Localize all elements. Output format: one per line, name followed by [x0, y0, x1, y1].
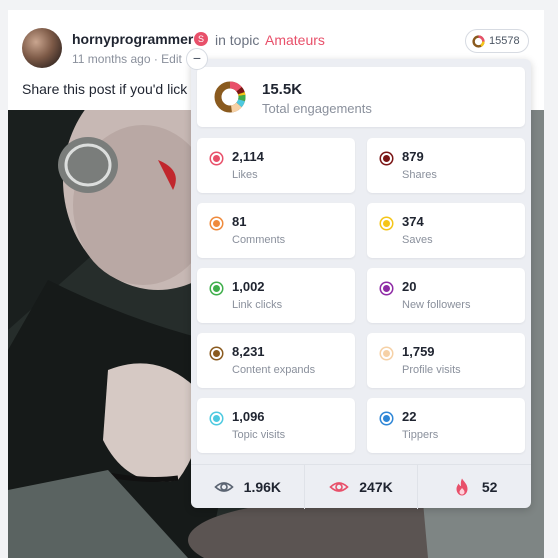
- reach-stat[interactable]: 247K: [305, 465, 419, 509]
- content-expands-dot-icon: [211, 348, 222, 359]
- engagement-count: 15578: [489, 35, 520, 47]
- stat-tippers: 22 Tippers: [367, 398, 525, 453]
- total-engagements-value: 15.5K: [262, 81, 303, 98]
- topic-link[interactable]: Amateurs: [265, 32, 325, 48]
- total-engagements-card: 15.5K Total engagements: [197, 67, 525, 127]
- likes-dot-icon: [211, 153, 222, 164]
- reach-value: 247K: [359, 479, 393, 495]
- stat-label: Content expands: [232, 364, 316, 376]
- stat-label: Saves: [402, 234, 433, 246]
- stat-value: 8,231: [232, 344, 265, 359]
- post-text: Share this post if you'd lick: [22, 81, 188, 97]
- stat-saves: 374 Saves: [367, 203, 525, 258]
- new-followers-dot-icon: [381, 283, 392, 294]
- stat-comments: 81 Comments: [197, 203, 355, 258]
- stat-likes: 2,114 Likes: [197, 138, 355, 193]
- donut-ring-icon: [472, 34, 485, 48]
- saves-dot-icon: [381, 218, 392, 229]
- stat-label: Topic visits: [232, 429, 286, 441]
- username-link[interactable]: hornyprogrammer: [72, 31, 193, 47]
- stat-topic-visits: 1,096 Topic visits: [197, 398, 355, 453]
- stat-value: 1,002: [232, 279, 265, 294]
- stat-value: 1,759: [402, 344, 435, 359]
- stat-value: 20: [402, 279, 417, 294]
- stat-grid: 2,114 Likes 879 Shares 81 Comments 374 S…: [197, 138, 525, 453]
- stat-shares: 879 Shares: [367, 138, 525, 193]
- stats-footer: 1.96K 247K 52: [191, 464, 531, 509]
- stat-label: Tippers: [402, 429, 439, 441]
- engagement-chip[interactable]: 15578: [465, 29, 529, 53]
- in-topic-text: in topic: [215, 32, 260, 48]
- stat-label: Shares: [402, 169, 437, 181]
- stat-value: 879: [402, 149, 424, 164]
- engagement-stats-panel: 15.5K Total engagements 2,114 Likes 879 …: [191, 59, 531, 509]
- eye-icon: [213, 482, 234, 492]
- stat-value: 22: [402, 409, 417, 424]
- stat-value: 374: [402, 214, 424, 229]
- stat-label: Comments: [232, 234, 286, 246]
- stat-value: 81: [232, 214, 247, 229]
- stat-content-expands: 8,231 Content expands: [197, 333, 355, 388]
- engagement-donut-chart: [214, 81, 246, 113]
- eye-icon: [329, 482, 349, 492]
- avatar[interactable]: [22, 28, 62, 68]
- hot-stat[interactable]: 52: [418, 465, 531, 509]
- star-badge-icon: S: [194, 32, 208, 46]
- stat-label: Profile visits: [402, 364, 461, 376]
- minus-icon: −: [192, 50, 202, 66]
- stat-label: Likes: [232, 169, 258, 181]
- stat-profile-visits: 1,759 Profile visits: [367, 333, 525, 388]
- profile-visits-dot-icon: [381, 348, 392, 359]
- views-value: 1.96K: [243, 479, 282, 495]
- link-clicks-dot-icon: [211, 283, 222, 294]
- total-engagements-label: Total engagements: [262, 101, 372, 116]
- flame-icon: [456, 478, 468, 496]
- stat-new-followers: 20 New followers: [367, 268, 525, 323]
- comments-dot-icon: [211, 218, 222, 229]
- stat-label: Link clicks: [232, 299, 283, 311]
- stat-value: 1,096: [232, 409, 265, 424]
- post-meta: 11 months ago · Edit: [72, 52, 182, 66]
- stat-label: New followers: [402, 299, 471, 311]
- shares-dot-icon: [381, 153, 392, 164]
- collapse-button[interactable]: −: [186, 48, 208, 70]
- stat-value: 2,114: [232, 149, 264, 164]
- stat-link-clicks: 1,002 Link clicks: [197, 268, 355, 323]
- hot-value: 52: [481, 479, 498, 495]
- tippers-dot-icon: [381, 413, 392, 424]
- views-stat[interactable]: 1.96K: [191, 465, 305, 509]
- topic-visits-dot-icon: [211, 413, 222, 424]
